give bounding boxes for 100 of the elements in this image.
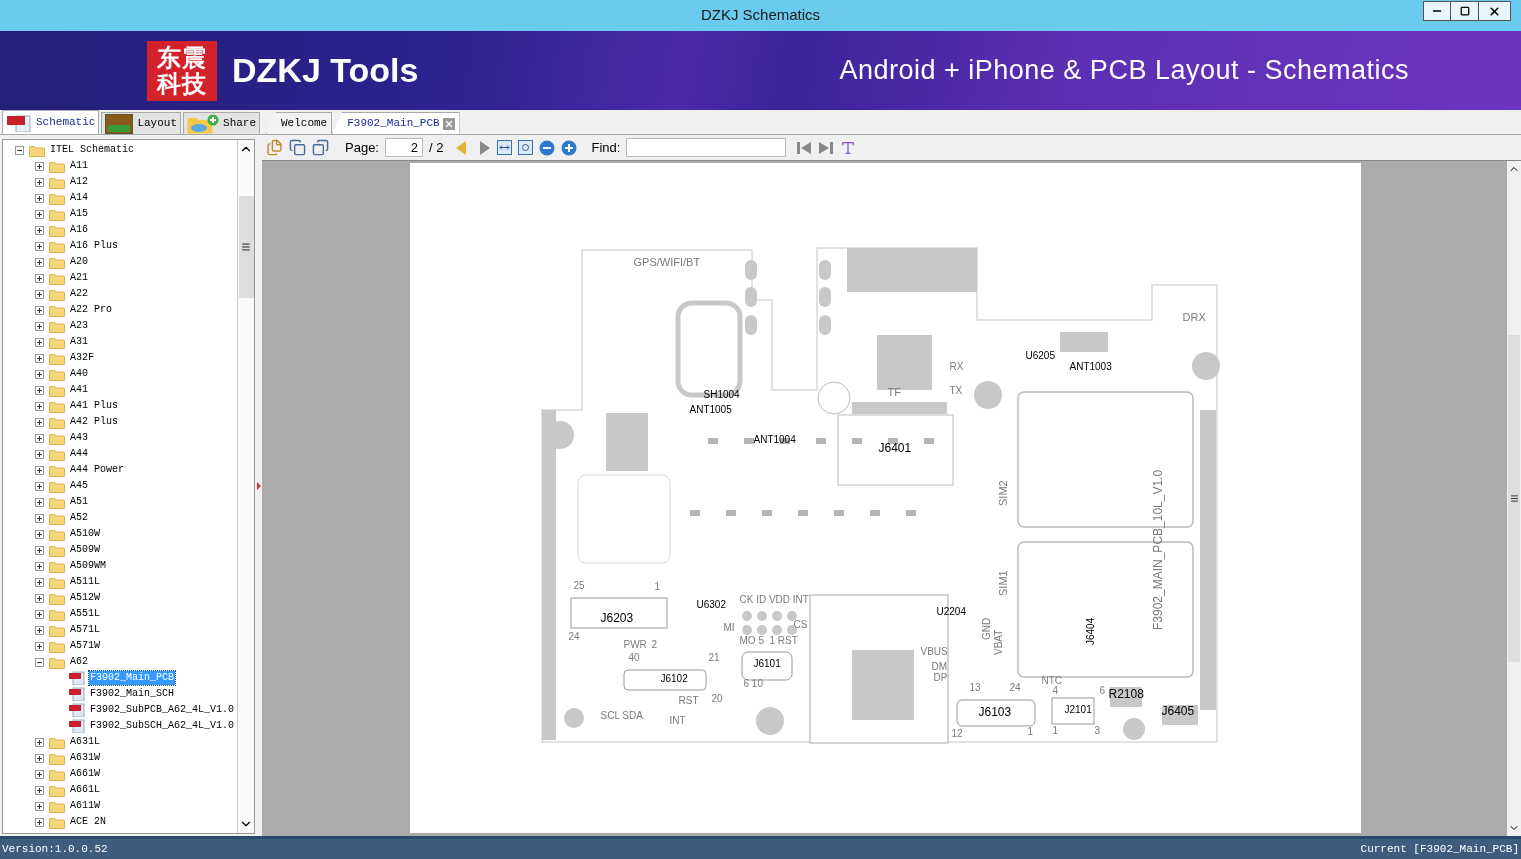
page-input[interactable]: 2 <box>385 138 423 157</box>
expand-toggle-icon[interactable] <box>35 577 44 587</box>
tree-item[interactable]: A16 Plus <box>69 239 119 253</box>
tree-item[interactable]: A661L <box>69 783 101 797</box>
tree-item[interactable]: A32F <box>69 351 95 365</box>
tree-item[interactable]: A11 <box>69 159 89 173</box>
tree-item[interactable]: A16 <box>69 223 89 237</box>
expand-toggle-icon[interactable] <box>35 385 44 395</box>
expand-toggle-icon[interactable] <box>35 465 44 475</box>
tree-item[interactable]: A51 <box>69 495 89 509</box>
panel-tab[interactable]: Layout <box>101 112 182 134</box>
expand-toggle-icon[interactable] <box>35 273 44 283</box>
tree-item[interactable]: A31 <box>69 335 89 349</box>
tree-item[interactable]: A661W <box>69 767 101 781</box>
tree-item[interactable]: A22 <box>69 287 89 301</box>
triangle-right-icon[interactable] <box>256 481 261 490</box>
document-icon[interactable] <box>266 139 283 156</box>
close-icon[interactable] <box>442 117 455 130</box>
scrollbar[interactable] <box>237 140 254 833</box>
fit-page-icon[interactable] <box>518 140 534 155</box>
expand-toggle-icon[interactable] <box>35 641 44 651</box>
expand-toggle-icon[interactable] <box>35 177 44 187</box>
tree-item[interactable]: A45 <box>69 479 89 493</box>
find-next-icon[interactable] <box>818 139 835 156</box>
tree-item[interactable]: A512W <box>69 591 101 605</box>
expand-toggle-icon[interactable] <box>35 401 44 411</box>
panel-tab[interactable]: Share <box>183 112 261 134</box>
expand-toggle-icon[interactable] <box>35 337 44 347</box>
tree-item[interactable]: A41 Plus <box>69 399 119 413</box>
expand-toggle-icon[interactable] <box>35 625 44 635</box>
tree-item[interactable]: F3902_Main_SCH <box>89 687 175 701</box>
tree-item[interactable]: A42 Plus <box>69 415 119 429</box>
expand-toggle-icon[interactable] <box>35 769 44 779</box>
tree-item[interactable]: A23 <box>69 319 89 333</box>
tree-item[interactable]: ACE 2N <box>69 815 107 829</box>
tree-item[interactable]: A611W <box>69 799 101 813</box>
expand-toggle-icon[interactable] <box>35 497 44 507</box>
maximize-button[interactable] <box>1451 1 1479 21</box>
expand-toggle-icon[interactable] <box>35 353 44 363</box>
tree-item[interactable]: A12 <box>69 175 89 189</box>
expand-toggle-icon[interactable] <box>35 481 44 491</box>
tree-item[interactable]: A21 <box>69 271 89 285</box>
expand-toggle-icon[interactable] <box>35 257 44 267</box>
tree-item[interactable]: A62 <box>69 655 89 669</box>
tree-item[interactable]: A40 <box>69 367 89 381</box>
copy-icon[interactable] <box>289 139 306 156</box>
fit-width-icon[interactable] <box>497 140 513 155</box>
tree-item[interactable]: A509W <box>69 543 101 557</box>
tree-item[interactable]: A20 <box>69 255 89 269</box>
tree-item[interactable]: A44 <box>69 447 89 461</box>
expand-toggle-icon[interactable] <box>35 225 44 235</box>
find-previous-icon[interactable] <box>796 139 813 156</box>
next-page-icon[interactable] <box>479 139 492 156</box>
expand-toggle-icon[interactable] <box>35 801 44 811</box>
tree-item[interactable]: A631L <box>69 735 101 749</box>
tree-item[interactable]: ITEL Schematic <box>49 143 135 157</box>
tree-item[interactable]: A511L <box>69 575 101 589</box>
expand-toggle-icon[interactable] <box>35 609 44 619</box>
expand-toggle-icon[interactable] <box>35 737 44 747</box>
expand-toggle-icon[interactable] <box>35 449 44 459</box>
tree-item[interactable]: A631W <box>69 751 101 765</box>
expand-toggle-icon[interactable] <box>35 433 44 443</box>
zoom-in-icon[interactable] <box>561 139 578 156</box>
tree-item[interactable]: F3902_SubPCB_A62_4L_V1.0 <box>89 703 236 717</box>
scrollbar[interactable] <box>1507 161 1521 836</box>
scroll-thumb[interactable] <box>1508 335 1520 662</box>
document-tab[interactable]: Welcome <box>266 112 333 134</box>
expand-toggle-icon[interactable] <box>35 529 44 539</box>
expand-toggle-icon[interactable] <box>35 289 44 299</box>
expand-toggle-icon[interactable] <box>35 545 44 555</box>
collapse-toggle-icon[interactable] <box>15 145 24 155</box>
tree-item[interactable]: A15 <box>69 207 89 221</box>
expand-toggle-icon[interactable] <box>35 305 44 315</box>
expand-toggle-icon[interactable] <box>35 513 44 523</box>
scroll-thumb[interactable] <box>238 196 254 298</box>
find-input[interactable] <box>626 138 787 157</box>
expand-toggle-icon[interactable] <box>35 241 44 251</box>
tree-item[interactable]: F3902_SubSCH_A62_4L_V1.0 <box>89 719 236 733</box>
zoom-out-icon[interactable] <box>539 139 556 156</box>
tree-item[interactable]: A571W <box>69 639 101 653</box>
expand-toggle-icon[interactable] <box>35 161 44 171</box>
tree-item[interactable]: A571L <box>69 623 101 637</box>
expand-toggle-icon[interactable] <box>35 593 44 603</box>
tree-item[interactable]: A509WM <box>69 559 107 573</box>
tree-item[interactable]: A22 Pro <box>69 303 113 317</box>
tree-item[interactable]: A41 <box>69 383 89 397</box>
expand-toggle-icon[interactable] <box>35 209 44 219</box>
tree-item[interactable]: A551L <box>69 607 101 621</box>
text-highlight-icon[interactable] <box>840 139 857 156</box>
expand-toggle-icon[interactable] <box>35 193 44 203</box>
expand-toggle-icon[interactable] <box>35 561 44 571</box>
close-button[interactable] <box>1479 1 1511 21</box>
tree-item[interactable]: A510W <box>69 527 101 541</box>
tree-item[interactable]: A43 <box>69 431 89 445</box>
expand-toggle-icon[interactable] <box>35 817 44 827</box>
tree-item[interactable]: A52 <box>69 511 89 525</box>
minimize-button[interactable] <box>1423 1 1451 21</box>
document-tab[interactable]: F3902_Main_PCB <box>332 112 460 134</box>
expand-toggle-icon[interactable] <box>35 753 44 763</box>
copy-icon[interactable] <box>312 139 329 156</box>
